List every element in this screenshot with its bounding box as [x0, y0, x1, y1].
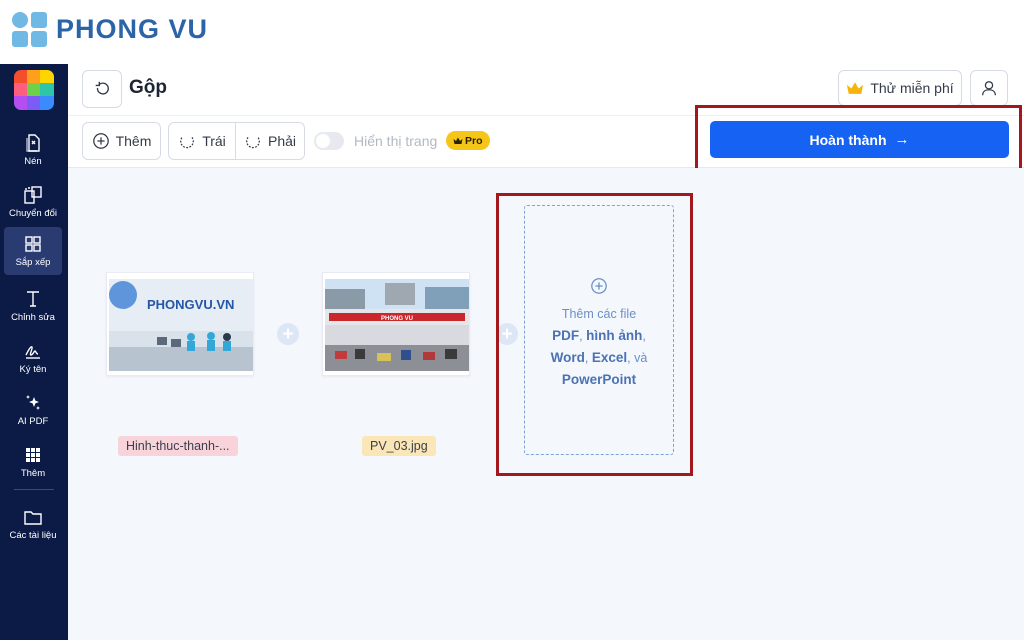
- dropzone-separator: ,: [579, 329, 583, 343]
- convert-icon: [24, 186, 42, 204]
- arrow-right-icon: →: [894, 131, 910, 148]
- sidebar-item-label: Nén: [24, 156, 42, 167]
- rotate-right-icon: [246, 137, 260, 149]
- sidebar-item-label: AI PDF: [17, 416, 49, 427]
- undo-button[interactable]: [82, 70, 122, 108]
- file-thumbnail: PHONG VU: [325, 279, 469, 371]
- page-title: Gộp: [129, 77, 167, 98]
- sidebar-item-edit[interactable]: Chỉnh sửa: [4, 282, 62, 330]
- sidebar-item-label: Các tài liệu: [9, 530, 57, 541]
- file-name-tag: PV_03.jpg: [362, 436, 436, 456]
- thumbnail-logo-text: PHONGVU.VN: [147, 297, 234, 312]
- user-account-button[interactable]: [970, 70, 1008, 106]
- sidebar-item-documents[interactable]: Các tài liệu: [4, 500, 62, 548]
- undo-icon: [95, 81, 109, 95]
- grid-icon: [25, 236, 41, 252]
- add-file-label: Thêm: [115, 133, 152, 149]
- dropzone-images: hình ảnh: [586, 328, 643, 343]
- rotate-left-label: Trái: [202, 133, 226, 149]
- free-trial-button[interactable]: Thử miễn phí: [838, 70, 962, 106]
- apps-grid-icon: [26, 448, 40, 462]
- file-thumbnail: PHONGVU.VN: [109, 279, 253, 371]
- sidebar-item-sign[interactable]: Ký tên: [4, 334, 62, 382]
- sidebar-item-arrange[interactable]: Sắp xếp: [4, 227, 62, 275]
- rotate-right-button[interactable]: Phải: [235, 122, 305, 160]
- file-card[interactable]: PHONG VU: [322, 272, 470, 376]
- crown-icon: [846, 81, 864, 96]
- crown-icon: [453, 137, 463, 145]
- brand-name: PHONG VU: [56, 14, 209, 44]
- folder-icon: [24, 511, 42, 525]
- sidebar-item-label: Sắp xếp: [15, 257, 51, 268]
- sidebar-item-convert[interactable]: Chuyển đổi: [4, 178, 62, 226]
- finish-label: Hoàn thành: [809, 131, 887, 148]
- dropzone-pdf: PDF: [552, 328, 580, 343]
- dropzone-separator: ,: [584, 351, 589, 365]
- sidebar-item-label: Chuyển đổi: [8, 208, 58, 219]
- dropzone-word: Word: [550, 350, 585, 365]
- dropzone-separator: ,: [642, 329, 646, 343]
- user-icon: [982, 81, 996, 96]
- sparkle-icon: [26, 395, 40, 410]
- signature-icon: [25, 346, 40, 359]
- file-name-tag: Hinh-thuc-thanh-...: [118, 436, 238, 456]
- text-edit-icon: [27, 291, 39, 307]
- show-pages-toggle[interactable]: [314, 132, 344, 150]
- sidebar-item-label: Chỉnh sửa: [11, 312, 55, 323]
- plus-circle-icon: [590, 277, 608, 295]
- dropzone-line1: Thêm các file: [561, 307, 637, 321]
- compress-icon: [26, 134, 40, 152]
- thumbnail-logo-text: PHONG VU: [381, 316, 413, 322]
- rotate-right-label: Phải: [267, 133, 297, 149]
- free-trial-label: Thử miễn phí: [870, 80, 954, 96]
- sidebar-divider: [14, 489, 54, 490]
- sidebar-item-label: Ký tên: [19, 364, 47, 375]
- app-logo[interactable]: [14, 70, 54, 110]
- show-pages-label: Hiển thị trang: [354, 133, 438, 149]
- sidebar-item-ai-pdf[interactable]: AI PDF: [4, 386, 62, 434]
- insert-between-button[interactable]: +: [277, 323, 299, 345]
- sidebar-item-label: Thêm: [20, 468, 46, 479]
- dropzone-excel: Excel: [591, 350, 628, 365]
- pro-label: Pro: [465, 134, 483, 147]
- plus-circle-icon: [92, 133, 109, 149]
- dropzone-and: , và: [627, 351, 648, 365]
- dropzone-powerpoint: PowerPoint: [561, 372, 637, 387]
- add-files-dropzone[interactable]: Thêm các file PDF, hình ảnh, Word, Excel…: [524, 205, 674, 455]
- rotate-left-icon: [180, 137, 195, 149]
- sidebar: Nén Chuyển đổi Sắp xếp Chỉnh sửa Ký tên …: [0, 64, 68, 640]
- sidebar-item-compress[interactable]: Nén: [4, 126, 62, 174]
- file-card[interactable]: PHONGVU.VN: [106, 272, 254, 376]
- add-file-button[interactable]: Thêm: [82, 122, 161, 160]
- sidebar-item-more[interactable]: Thêm: [4, 438, 62, 486]
- pro-badge: Pro: [446, 131, 490, 150]
- rotate-left-button[interactable]: Trái: [168, 122, 236, 160]
- brand-bar: PHONG VU: [0, 0, 1024, 64]
- dropzone-text: Thêm các file PDF, hình ảnh, Word, Excel…: [525, 303, 673, 391]
- phongvu-logo-icon: [12, 12, 48, 48]
- finish-button[interactable]: Hoàn thành →: [710, 121, 1009, 158]
